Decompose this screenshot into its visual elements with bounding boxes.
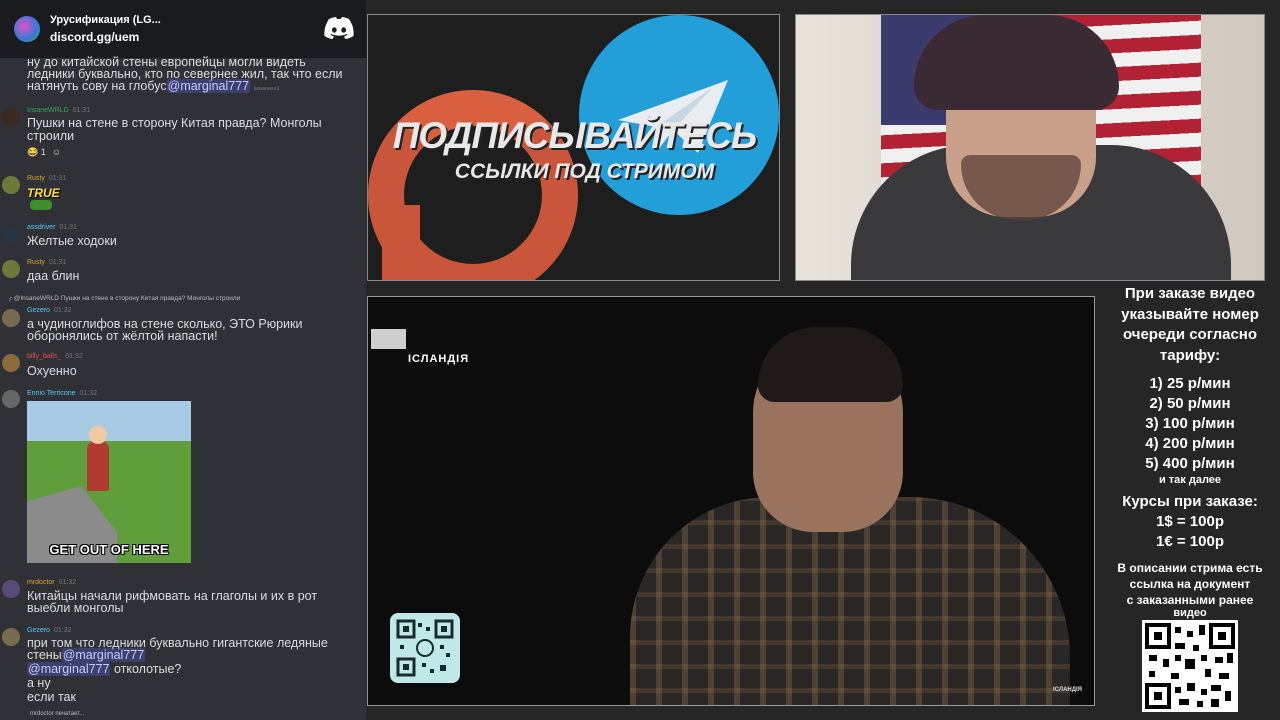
video-lower-bar	[371, 329, 406, 349]
avatar[interactable]	[2, 260, 20, 278]
avatar[interactable]	[2, 108, 20, 126]
price-item: 2) 50 р/мин	[1149, 395, 1231, 412]
streamer-hair	[914, 15, 1119, 110]
message-timestamp: 01:31	[48, 175, 67, 182]
reply-preview[interactable]: ╭ @InsaneWRLD Пушки на стене в сторону К…	[8, 294, 240, 302]
message-author[interactable]: billy_balls_ 01:32	[27, 353, 83, 360]
user-mention[interactable]: @marginal777	[61, 648, 146, 662]
message-text: если так	[27, 690, 76, 704]
message-text: оборонялись от жёлтой напасти!	[27, 329, 218, 343]
promo-subline: ССЫЛКИ ПОД СТРИМОМ	[454, 160, 715, 183]
gif-caption: GET OUT OF HERE	[49, 542, 169, 557]
avatar[interactable]	[2, 309, 20, 327]
frog-emote-icon	[30, 200, 52, 210]
message-timestamp: 01:31	[72, 107, 91, 114]
chat-header: Урусификация (LG... discord.gg/uem	[0, 0, 366, 58]
avatar[interactable]	[2, 628, 20, 646]
desc-line: ссылка на документ	[1129, 577, 1251, 591]
server-name: Урусификация (LG...	[50, 14, 161, 26]
message-author[interactable]: Gezero 01:32	[27, 627, 72, 634]
typing-indicator: mrdoctor печатает...	[30, 711, 85, 717]
video-corner-logo: ІСЛАНДІЯ	[1053, 687, 1082, 693]
avatar[interactable]	[2, 580, 20, 598]
message-text: строили	[27, 129, 75, 143]
rates-title: Курсы при заказе:	[1122, 493, 1258, 510]
price-item: 1) 25 р/мин	[1149, 375, 1231, 392]
rutube-logo-stem	[382, 205, 420, 280]
message-text: даа блин	[27, 269, 80, 283]
message-author[interactable]: Rusty 01:31	[27, 175, 66, 182]
avatar[interactable]	[2, 354, 20, 372]
message-text-line: стены@marginal777	[27, 648, 146, 662]
price-etc: и так далее	[1158, 474, 1222, 486]
price-list: 1) 25 р/мин 2) 50 р/мин 3) 100 р/мин 4) …	[1100, 374, 1280, 474]
document-qr-code[interactable]	[1142, 620, 1238, 712]
message-text: выебли монголы	[27, 601, 124, 615]
order-intro: При заказе видео указывайте номер очеред…	[1100, 284, 1280, 366]
avatar[interactable]	[2, 176, 20, 194]
promo-banner: ПОДПИСЫВАЙТЕСЬ ССЫЛКИ ПОД СТРИМОМ	[367, 14, 780, 281]
gif-embed[interactable]: GET OUT OF HERE	[27, 401, 191, 563]
message-timestamp: 01:32	[58, 579, 77, 586]
message-text: Желтые ходоки	[27, 234, 117, 248]
message-timestamp: 01:32	[53, 627, 72, 634]
promo-headline: ПОДПИСЫВАЙТЕСЬ	[392, 115, 757, 156]
intro-line: очереди согласно	[1122, 326, 1258, 343]
message-author[interactable]: InsaneWRLD 01:31	[27, 107, 90, 114]
reactions: 😂 1 ☺	[27, 145, 67, 159]
message-author[interactable]: mrdoctor 01:32	[27, 579, 76, 586]
message-timestamp: 01:31	[59, 224, 77, 231]
message-timestamp: 01:31	[48, 259, 67, 266]
reaction-laugh[interactable]: 😂 1	[27, 146, 46, 159]
message-text-line: натянуть сову на глобус@marginal777 (изм…	[27, 79, 280, 93]
server-invite-link[interactable]: discord.gg/uem	[50, 30, 161, 44]
price-item: 3) 100 р/мин	[1145, 415, 1235, 432]
avatar[interactable]	[2, 390, 20, 408]
true-sticker: TRUE	[27, 186, 60, 200]
video-qr-code[interactable]	[390, 613, 460, 683]
user-mention[interactable]: @marginal777	[166, 79, 251, 93]
price-item: 5) 400 р/мин	[1145, 455, 1235, 472]
desc-line: с заказанными ранее	[1126, 593, 1254, 607]
message-author[interactable]: Gezero 01:32	[27, 307, 72, 314]
price-item: 4) 200 р/мин	[1145, 435, 1235, 452]
exchange-rates: Курсы при заказе: 1$ = 100р 1€ = 100р	[1100, 492, 1280, 552]
intro-line: При заказе видео	[1124, 285, 1256, 302]
gif-character-head	[89, 426, 107, 444]
qr-pattern-icon	[1145, 623, 1235, 709]
order-info-panel: При заказе видео указывайте номер очеред…	[1100, 282, 1280, 720]
server-icon	[14, 16, 40, 42]
message-text-line: @marginal777 отколотые?	[27, 662, 182, 676]
rate-item: 1$ = 100р	[1156, 513, 1224, 530]
intro-line: указывайте номер	[1121, 305, 1259, 323]
user-mention[interactable]: @marginal777	[27, 662, 111, 676]
message-author[interactable]: assdriver 01:31	[27, 224, 77, 231]
add-reaction-icon[interactable]: ☺	[52, 146, 61, 159]
message-text: Охуенно	[27, 364, 77, 378]
video-player[interactable]: ІСЛАНДІЯ ІСЛАНДІЯ	[367, 296, 1095, 706]
intro-line: тарифу:	[1159, 346, 1221, 364]
message-text: а ну	[27, 676, 51, 690]
rate-item: 1€ = 100р	[1156, 533, 1224, 550]
webcam-feed	[795, 14, 1265, 281]
avatar[interactable]	[2, 226, 20, 244]
message-author[interactable]: Ennio Terricone 01:32	[27, 390, 97, 397]
description-note: В описании стрима есть ссылка на докумен…	[1100, 560, 1280, 619]
channel-watermark: ІСЛАНДІЯ	[408, 353, 470, 365]
message-timestamp: 01:32	[79, 390, 98, 397]
discord-chat-panel: Урусификация (LG... discord.gg/uem ну до…	[0, 0, 366, 720]
desc-line: видео	[1173, 607, 1207, 619]
speaker-hair	[758, 327, 903, 402]
qr-pattern-icon	[396, 619, 454, 677]
message-timestamp: 01:32	[65, 353, 83, 360]
gif-character	[87, 441, 109, 491]
desc-line: В описании стрима есть	[1117, 561, 1263, 575]
edited-tag: (изменено)	[253, 86, 280, 92]
stream-layout: Урусификация (LG... discord.gg/uem ну до…	[0, 0, 1280, 720]
message-timestamp: 01:32	[53, 307, 72, 314]
message-author[interactable]: Rusty 01:31	[27, 259, 66, 266]
discord-icon	[324, 17, 354, 39]
